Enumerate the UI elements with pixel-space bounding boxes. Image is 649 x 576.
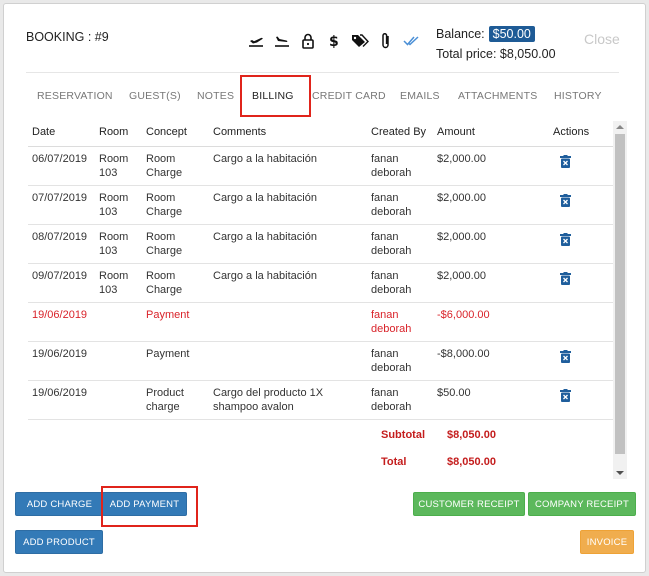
cell-concept: Product charge	[146, 387, 184, 413]
balance-label: Balance:	[436, 27, 485, 41]
cell-created-by: fanan deborah	[371, 387, 412, 413]
tab-reservation[interactable]: RESERVATION	[37, 90, 113, 102]
cell-room: Room 103	[99, 192, 129, 218]
col-header-date: Date	[32, 126, 56, 138]
cell-concept: Room Charge	[146, 270, 183, 296]
cell-concept: Room Charge	[146, 153, 183, 179]
cell-created-by: fanan deborah	[371, 270, 412, 296]
billing-table: Date Room Concept Comments Created By Am…	[28, 121, 628, 479]
cell-date: 06/07/2019	[32, 153, 88, 165]
tab-emails[interactable]: EMAILS	[400, 90, 440, 102]
cell-created-by: fanan deborah	[371, 153, 412, 179]
table-row: 19/06/2019 Payment fanan deborah -$8,000.00	[28, 342, 614, 381]
col-header-concept: Concept	[146, 126, 187, 138]
invoice-button[interactable]: INVOICE	[580, 530, 634, 554]
cell-amount: -$8,000.00	[437, 348, 490, 360]
cell-amount: -$6,000.00	[437, 309, 490, 321]
scroll-down-arrow[interactable]	[616, 471, 624, 475]
col-header-created-by: Created By	[371, 126, 427, 138]
scroll-thumb[interactable]	[615, 134, 625, 454]
col-header-room: Room	[99, 126, 129, 138]
cell-comments: Cargo a la habitación	[213, 231, 317, 243]
scroll-up-arrow[interactable]	[616, 125, 624, 129]
cell-created-by: fanan deborah	[371, 231, 412, 257]
cell-amount: $2,000.00	[437, 270, 486, 282]
delete-icon[interactable]	[560, 389, 571, 407]
cell-concept: Room Charge	[146, 192, 183, 218]
total-value: $8,050.00	[447, 456, 496, 468]
delete-icon[interactable]	[560, 272, 571, 290]
cell-room: Room 103	[99, 231, 129, 257]
customer-receipt-button[interactable]: CUSTOMER RECEIPT	[413, 492, 525, 516]
col-header-amount: Amount	[437, 126, 475, 138]
cell-created-by: fanan deborah	[371, 309, 412, 335]
table-row: 09/07/2019 Room 103 Room Charge Cargo a la …	[28, 264, 614, 303]
paperclip-icon[interactable]	[377, 32, 395, 50]
header-divider	[26, 72, 619, 73]
cell-concept: Payment	[146, 348, 190, 360]
table-row: 08/07/2019 Room 103 Room Charge Cargo a la …	[28, 225, 614, 264]
tab-history[interactable]: HISTORY	[554, 90, 602, 102]
balance-badge: $50.00	[488, 26, 535, 42]
header-icon-bar: $	[247, 32, 421, 50]
delete-icon[interactable]	[560, 350, 571, 368]
cell-date: 19/06/2019	[32, 348, 88, 360]
lock-icon[interactable]	[299, 32, 317, 50]
total-label: Total	[381, 456, 407, 468]
billing-tab-highlight	[240, 75, 311, 117]
add-payment-highlight	[101, 486, 198, 527]
cell-created-by: fanan deborah	[371, 348, 412, 374]
cell-date: 07/07/2019	[32, 192, 88, 204]
table-row: 19/06/2019 Product charge Cargo del produc…	[28, 381, 614, 420]
close-button[interactable]: Close	[584, 31, 620, 47]
double-check-icon[interactable]	[403, 32, 421, 50]
table-row: 06/07/2019 Room 103 Room Charge Cargo a la …	[28, 147, 614, 186]
delete-icon[interactable]	[560, 233, 571, 251]
subtotal-label: Subtotal	[381, 429, 425, 441]
cell-date: 09/07/2019	[32, 270, 88, 282]
cell-comments: Cargo a la habitación	[213, 270, 317, 282]
cell-concept: Room Charge	[146, 231, 183, 257]
cell-date: 19/06/2019	[32, 387, 88, 399]
tags-icon[interactable]	[351, 32, 369, 50]
tab-attachments[interactable]: ATTACHMENTS	[458, 90, 537, 102]
cell-comments: Cargo del producto 1X shampoo avalon	[213, 387, 324, 413]
cell-date: 08/07/2019	[32, 231, 88, 243]
booking-title: BOOKING : #9	[26, 30, 109, 44]
cell-amount: $50.00	[437, 387, 471, 399]
col-header-comments: Comments	[213, 126, 267, 138]
balance: Balance: $50.00	[436, 26, 535, 42]
add-product-button[interactable]: ADD PRODUCT	[15, 530, 103, 554]
col-header-actions: Actions	[553, 126, 590, 138]
cell-amount: $2,000.00	[437, 192, 486, 204]
cell-amount: $2,000.00	[437, 231, 486, 243]
table-scrollbar[interactable]	[613, 121, 627, 479]
table-row: 07/07/2019 Room 103 Room Charge Cargo a la …	[28, 186, 614, 225]
dollar-icon[interactable]: $	[325, 32, 343, 50]
total-price: Total price: $8,050.00	[436, 47, 556, 61]
subtotal-value: $8,050.00	[447, 429, 496, 441]
company-receipt-button[interactable]: COMPANY RECEIPT	[528, 492, 636, 516]
add-charge-button[interactable]: ADD CHARGE	[15, 492, 104, 516]
plane-departure-icon[interactable]	[247, 32, 265, 50]
svg-text:$: $	[329, 34, 339, 49]
cell-concept: Payment	[146, 309, 190, 321]
tab-credit-card[interactable]: CREDIT CARD	[312, 90, 386, 102]
cell-comments: Cargo a la habitación	[213, 153, 317, 165]
cell-amount: $2,000.00	[437, 153, 486, 165]
cell-room: Room 103	[99, 270, 129, 296]
delete-icon[interactable]	[560, 155, 571, 173]
tab-guests[interactable]: GUEST(S)	[129, 90, 181, 102]
cell-comments: Cargo a la habitación	[213, 192, 317, 204]
cell-created-by: fanan deborah	[371, 192, 412, 218]
table-row: 19/06/2019 Payment fanan deborah -$6,000.00	[28, 303, 614, 342]
delete-icon[interactable]	[560, 194, 571, 212]
cell-room: Room 103	[99, 153, 129, 179]
cell-date: 19/06/2019	[32, 309, 88, 321]
plane-arrival-icon[interactable]	[273, 32, 291, 50]
tab-notes[interactable]: NOTES	[197, 90, 234, 102]
booking-modal: BOOKING : #9 $ Balance: $50.00 Total pri…	[3, 3, 646, 573]
